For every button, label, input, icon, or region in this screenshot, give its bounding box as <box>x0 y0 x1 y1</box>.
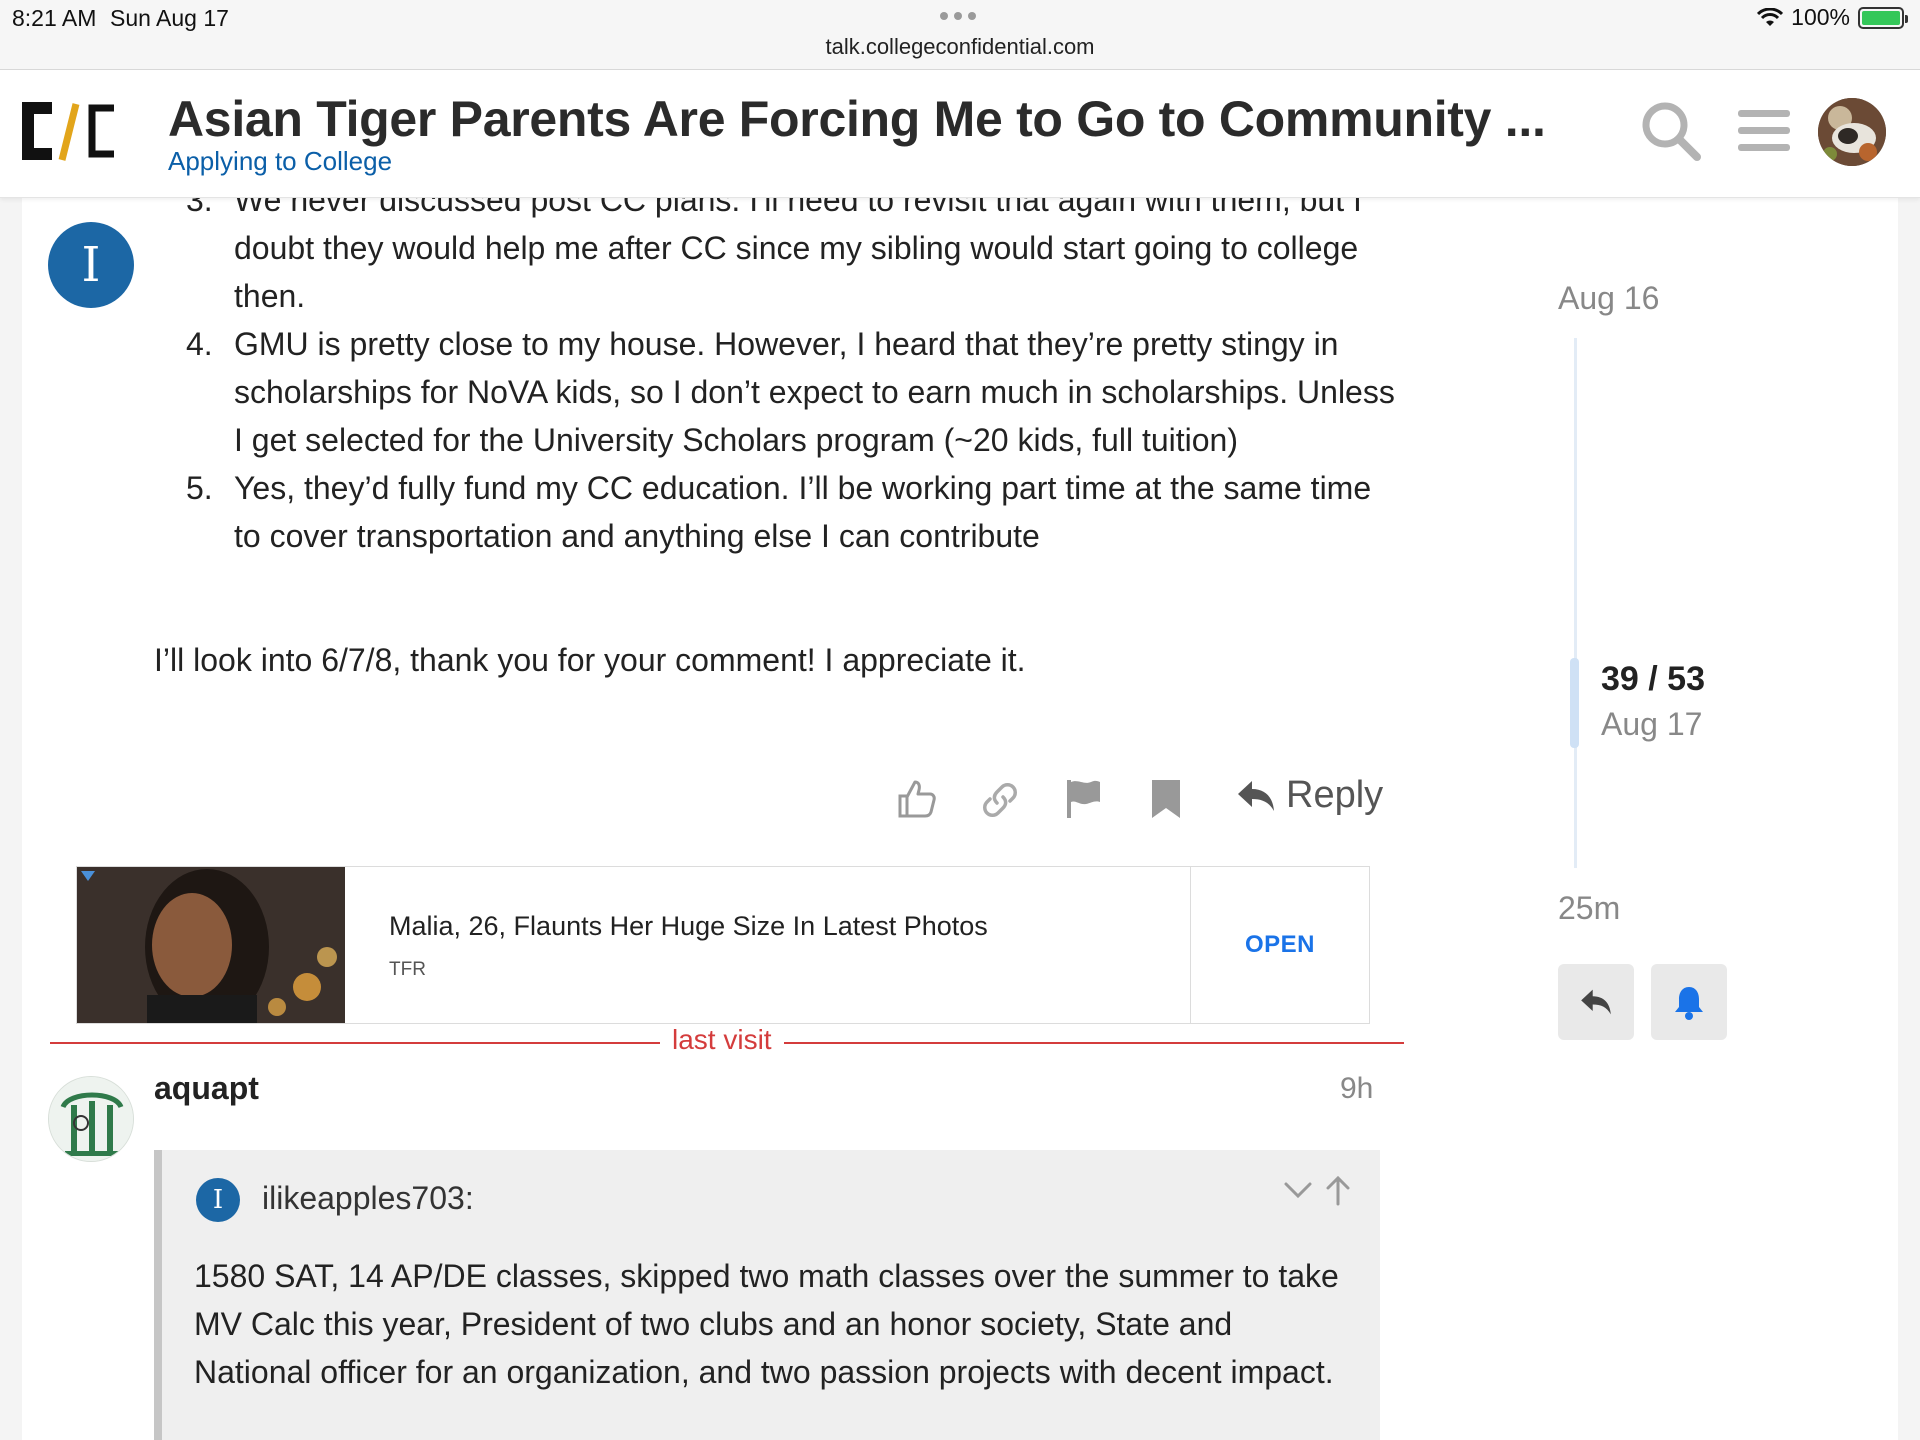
sponsored-ad[interactable]: Malia, 26, Flaunts Her Huge Size In Late… <box>76 866 1370 1024</box>
quote-username[interactable]: ilikeapples703: <box>262 1180 474 1217</box>
quote-avatar: I <box>196 1178 240 1222</box>
ad-title[interactable]: Malia, 26, Flaunts Her Huge Size In Late… <box>389 911 988 942</box>
reply-label: Reply <box>1286 774 1384 816</box>
user-avatar[interactable] <box>1818 98 1886 166</box>
left-gutter <box>0 198 22 1440</box>
bookmark-icon[interactable] <box>1150 778 1182 820</box>
like-icon[interactable] <box>896 778 938 820</box>
bell-icon <box>1675 987 1703 1020</box>
timeline-reply-button[interactable] <box>1558 964 1634 1040</box>
site-header: Asian Tiger Parents Are Forcing Me to Go… <box>0 70 1920 198</box>
ad-open-button[interactable]: OPEN <box>1191 867 1369 1023</box>
quote-text: 1580 SAT, 14 AP/DE classes, skipped two … <box>194 1258 1339 1390</box>
status-date: Sun Aug 17 <box>110 5 229 31</box>
notification-bell-button[interactable] <box>1651 964 1727 1040</box>
list-number: 4. <box>186 326 213 362</box>
flag-icon[interactable] <box>1064 778 1104 820</box>
right-gutter <box>1898 198 1920 1440</box>
list-item: 4. GMU is pretty close to my house. Howe… <box>186 320 1396 464</box>
wifi-icon <box>1757 7 1784 26</box>
list-number: 5. <box>186 470 213 506</box>
quote-block: I ilikeapples703: 1580 SAT, 14 AP/DE cla… <box>154 1150 1380 1440</box>
cc-logo-icon[interactable] <box>18 98 122 164</box>
ad-source: TFR <box>389 959 426 980</box>
hamburger-menu-icon[interactable] <box>1738 108 1790 154</box>
last-visit-label: last visit <box>660 1024 784 1056</box>
list-text: GMU is pretty close to my house. However… <box>234 326 1395 458</box>
post-author-avatar[interactable]: I <box>48 222 134 308</box>
category-link[interactable]: Applying to College <box>168 146 392 177</box>
browser-more-dots-icon[interactable] <box>940 12 976 20</box>
chevron-down-icon[interactable] <box>1282 1174 1314 1206</box>
battery-icon <box>1858 6 1908 29</box>
timeline-handle[interactable] <box>1570 658 1579 748</box>
list-item: 5. Yes, they’d fully fund my CC educatio… <box>186 464 1396 560</box>
timeline-current-date: Aug 17 <box>1601 706 1703 742</box>
status-time: 8:21 AM <box>12 5 97 31</box>
timeline-start-date[interactable]: Aug 16 <box>1558 280 1659 317</box>
post-author-username[interactable]: aquapt <box>154 1070 259 1107</box>
timeline-end-label[interactable]: 25m <box>1558 890 1620 927</box>
address-bar-url[interactable]: talk.collegeconfidential.com <box>0 34 1920 60</box>
search-icon[interactable] <box>1640 100 1702 162</box>
list-text: Yes, they’d fully fund my CC education. … <box>234 470 1372 554</box>
post-closing-text: I’ll look into 6/7/8, thank you for your… <box>154 642 1026 678</box>
reply-arrow-icon <box>1238 780 1274 811</box>
list-text: We never discussed post CC plans. I'll n… <box>234 182 1362 314</box>
topic-title[interactable]: Asian Tiger Parents Are Forcing Me to Go… <box>168 90 1546 148</box>
status-right: 100% <box>1757 4 1908 31</box>
ad-image[interactable] <box>77 867 345 1023</box>
arrow-up-icon[interactable] <box>1324 1174 1352 1206</box>
quote-controls <box>1282 1174 1352 1206</box>
reply-button[interactable]: Reply <box>1236 774 1383 817</box>
link-icon[interactable] <box>980 780 1020 820</box>
timeline-track[interactable] <box>1574 338 1577 868</box>
reply-arrow-icon <box>1581 989 1611 1015</box>
post-timestamp[interactable]: 9h <box>1340 1072 1373 1106</box>
battery-percent: 100% <box>1791 4 1850 30</box>
timeline-position: 39 / 53 <box>1601 660 1705 698</box>
post-author-avatar[interactable] <box>48 1076 134 1162</box>
status-bar: 8:21 AM Sun Aug 17 talk.collegeconfident… <box>0 0 1920 70</box>
post-list: 3. We never discussed post CC plans. I'l… <box>186 182 1396 560</box>
